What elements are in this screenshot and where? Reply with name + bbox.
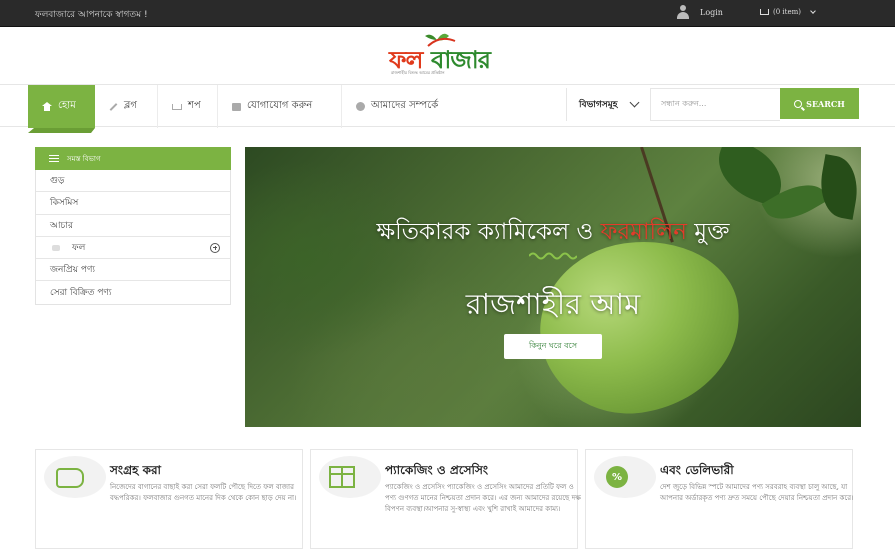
welcome-text: ফলবাজারে আপনাকে স্বাগতম ! — [35, 10, 148, 20]
hero-headline: ক্ষতিকারক ক্যামিকেল ও ফরমালিন মুক্ত — [245, 213, 861, 252]
hero-banner: ক্ষতিকারক ক্যামিকেল ও ফরমালিন মুক্ত রাজশ… — [245, 147, 861, 427]
category-item-pickle[interactable]: আচার — [36, 215, 230, 237]
nav-about-label: আমাদের সম্পর্কে — [371, 100, 439, 111]
nav-shop-label: শপ — [188, 100, 201, 111]
feature-card-packaging: প্যাকেজিং ও প্রসেসিং প্যাকেজিং ও প্রসেসি… — [310, 449, 581, 549]
pencil-icon — [109, 102, 118, 111]
feature-desc: দেশ জুড়ে বিভিন্ন স্পটে আমাদের পণ্য সরবর… — [660, 483, 854, 502]
search-input[interactable]: সন্ধান করুন... — [650, 88, 780, 121]
category-select[interactable]: বিভাগসমূহ — [566, 88, 650, 121]
menu-icon — [49, 155, 59, 162]
category-item-bestseller[interactable]: সেরা বিক্রিত পণ্য — [36, 281, 230, 303]
hero-headline-highlight: ফরমালিন — [600, 219, 687, 245]
category-item-fruit[interactable]: ফল — [36, 237, 230, 260]
search-button-label: SEARCH — [806, 98, 845, 109]
cart-icon — [760, 9, 769, 15]
logo-tagline: রাজশাহীর বিশুদ্ধ আমের প্রতিষ্ঠান — [391, 70, 445, 75]
category-label: গুড় — [50, 176, 65, 187]
nav-shop[interactable]: শপ — [158, 85, 218, 128]
category-item-gur[interactable]: গুড় — [36, 170, 230, 193]
category-label: সেরা বিক্রিত পণ্য — [50, 288, 112, 299]
nav-home[interactable]: হোম — [28, 85, 95, 128]
feature-desc: প্যাকেজিং ও প্রসেসিং প্যাকেজিং ও প্রসেসি… — [385, 483, 581, 513]
wave-divider-icon — [529, 252, 577, 260]
login-link[interactable]: Login — [676, 5, 723, 19]
site-logo[interactable]: ফল বাজার রাজশাহীর বিশুদ্ধ আমের প্রতিষ্ঠা… — [385, 32, 503, 80]
nav-blog[interactable]: ব্লগ — [95, 85, 158, 128]
category-item-popular[interactable]: জনপ্রিয় পণ্য — [36, 259, 230, 282]
feature-icon-wrap — [319, 456, 381, 498]
hero-subheadline: রাজশাহীর আম — [465, 287, 641, 321]
feature-title: প্যাকেজিং ও প্রসেসিং — [385, 463, 489, 477]
search-icon — [794, 99, 803, 108]
leaf-image — [815, 154, 861, 220]
search-button[interactable]: SEARCH — [780, 88, 859, 119]
buy-from-home-button[interactable]: কিনুন ঘরে বসে — [504, 334, 602, 359]
nav-home-label: হোম — [58, 100, 76, 111]
category-label: আচার — [50, 220, 73, 231]
hero-headline-part1: ক্ষতিকারক ক্যামিকেল ও — [376, 219, 601, 245]
feature-title: সংগ্রহ করা — [110, 463, 162, 477]
nav-contact-label: যোগাযোগ করুন — [247, 100, 313, 111]
feature-icon-wrap — [44, 456, 106, 498]
fruit-icon — [52, 244, 60, 251]
home-icon — [42, 102, 52, 111]
info-icon — [356, 102, 365, 111]
hero-headline-part2: মুক্ত — [687, 219, 730, 245]
chevron-down-icon — [629, 97, 640, 108]
nav-blog-label: ব্লগ — [124, 100, 137, 111]
search-placeholder: সন্ধান করুন... — [661, 99, 707, 108]
percent-icon: % — [606, 466, 628, 488]
category-label: ফল — [72, 243, 86, 254]
login-label: Login — [700, 7, 723, 17]
feature-card-collect: সংগ্রহ করা নিজেদের বাগানের বাছাই করা সের… — [35, 449, 303, 549]
feature-title: এবং ডেলিভারী — [660, 463, 734, 477]
chevron-down-icon — [810, 8, 816, 14]
top-bar: ফলবাজারে আপনাকে স্বাগতম ! Login (0 item) — [0, 0, 895, 27]
feature-card-delivery: % এবং ডেলিভারী দেশ জুড়ে বিভিন্ন স্পটে আ… — [585, 449, 854, 549]
cart-icon — [172, 103, 182, 110]
all-categories-header[interactable]: সমস্ত বিভাগ — [35, 147, 231, 170]
user-icon — [676, 5, 690, 19]
feature-desc: নিজেদের বাগানের বাছাই করা সেরা ফলটি পৌছে… — [110, 483, 297, 502]
category-item-raisin[interactable]: কিসমিস — [36, 192, 230, 215]
nav-about[interactable]: আমাদের সম্পর্কে — [342, 85, 467, 128]
thumbs-up-icon — [56, 468, 84, 488]
cart-count: (0 item) — [773, 8, 801, 16]
category-label: জনপ্রিয় পণ্য — [50, 265, 96, 276]
all-categories-label: সমস্ত বিভাগ — [67, 154, 101, 163]
category-label: কিসমিস — [50, 198, 79, 209]
expand-plus-icon[interactable] — [210, 242, 220, 253]
contact-card-icon — [232, 102, 241, 111]
category-list: গুড় কিসমিস আচার ফল জনপ্রিয় পণ্য সেরা ব… — [35, 170, 231, 305]
nav-contact[interactable]: যোগাযোগ করুন — [218, 85, 342, 128]
cart-button[interactable]: (0 item) — [760, 8, 816, 16]
feature-icon-wrap: % — [594, 456, 656, 498]
category-select-label: বিভাগসমূহ — [579, 100, 618, 110]
gift-icon — [329, 466, 355, 488]
